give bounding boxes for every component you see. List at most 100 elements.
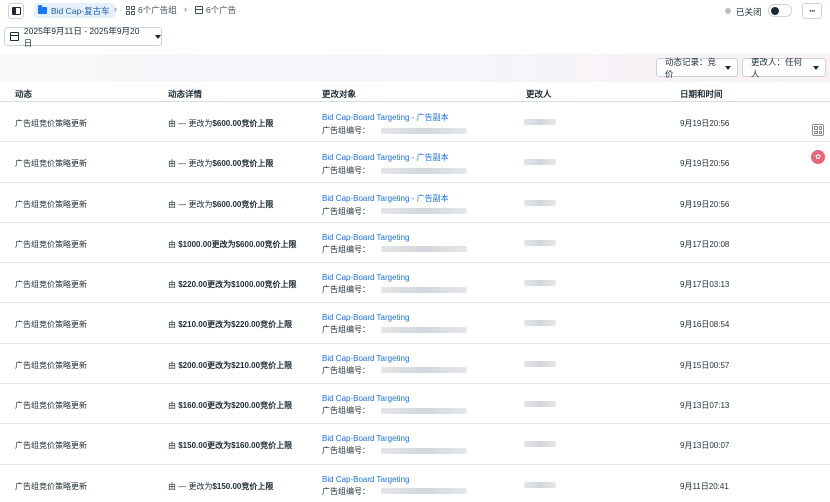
detail-prefix: 由 — 更改为 (168, 159, 213, 169)
detail-prefix: 由 (168, 360, 179, 370)
detail-cell: 由 $1000.00更改为$600.00竞价上限 (168, 239, 297, 250)
detail-prefix: 由 — 更改为 (168, 119, 213, 128)
object-link[interactable]: Bid Cap-Board Targeting (322, 434, 467, 443)
detail-value: $160.00更改为$200.00竞价上限 (178, 401, 293, 411)
detail-prefix: 由 (168, 280, 179, 290)
object-link[interactable]: Bid Cap-Board Targeting - 广告副本 (322, 152, 467, 163)
detail-value: $150.00更改为$160.00竞价上限 (178, 441, 293, 451)
assistant-badge-icon[interactable]: ✿ (811, 150, 825, 164)
chevron-right-icon: › (114, 4, 117, 14)
breadcrumb-campaign-label: Bid Cap-复古车 (51, 5, 110, 16)
object-link[interactable]: Bid Cap-Board Targeting - 广告副本 (322, 193, 467, 204)
object-cell: Bid Cap-Board Targeting 广告组编号： (322, 273, 467, 295)
table-row: 广告组竞价策略更新 由 $160.00更改为$200.00竞价上限 Bid Cap-… (0, 384, 830, 425)
object-id-label: 广告组编号： (322, 446, 370, 456)
activity-cell: 广告组竞价策略更新 (15, 441, 87, 451)
date-range-picker[interactable]: 2025年9月11日 - 2025年9月20日 (4, 26, 162, 48)
column-header-activity[interactable]: 动态 (15, 88, 32, 100)
date-cell: 9月13日07:13 (680, 401, 730, 411)
redacted-id (381, 407, 467, 414)
detail-cell: 由 — 更改为$600.00竞价上限 (168, 158, 273, 169)
detail-cell: 由 $150.00更改为$160.00竞价上限 (168, 440, 292, 451)
detail-value: $200.00更改为$210.00竞价上限 (178, 360, 293, 370)
redacted-id (381, 246, 467, 253)
table-row: 广告组竞价策略更新 由 — 更改为$600.00竞价上限 Bid Cap-Board… (0, 102, 830, 143)
breadcrumb-ads[interactable]: 6个广告 (195, 4, 236, 16)
object-id-label: 广告组编号： (322, 244, 370, 254)
activity-cell: 广告组竞价策略更新 (15, 199, 87, 209)
column-header-editor[interactable]: 更改人 (526, 88, 552, 100)
table-row: 广告组竞价策略更新 由 — 更改为$600.00竞价上限 Bid Cap-Board… (0, 183, 830, 223)
campaign-toggle[interactable] (768, 4, 792, 17)
detail-prefix: 由 (168, 441, 179, 451)
object-id-line: 广告组编号： (322, 284, 467, 295)
detail-value: $600.00竞价上限 (212, 159, 274, 169)
date-cell: 9月17日20:08 (680, 239, 730, 249)
editor-cell (524, 481, 556, 490)
redacted-id (381, 208, 467, 215)
redacted-id (381, 127, 467, 134)
caret-down-icon (155, 34, 161, 39)
redacted-editor (524, 481, 556, 488)
more-icon: ··· (809, 6, 816, 16)
folder-icon (38, 5, 47, 14)
editor-cell (524, 400, 556, 409)
table-row: 广告组竞价策略更新 由 $150.00更改为$160.00竞价上限 Bid Cap-… (0, 424, 830, 465)
column-header-detail[interactable]: 动态详情 (168, 88, 202, 100)
table-header: 动态 动态详情 更改对象 更改人 日期和时间 (0, 82, 830, 102)
activity-filter-dropdown[interactable]: 动态记录：竞价 (656, 57, 738, 79)
redacted-id (381, 367, 467, 374)
table-row: 广告组竞价策略更新 由 $210.00更改为$220.00竞价上限 Bid Cap-… (0, 303, 830, 344)
chevron-right-icon: › (184, 4, 187, 14)
editor-cell (524, 118, 556, 127)
column-header-object[interactable]: 更改对象 (322, 88, 356, 100)
object-link[interactable]: Bid Cap-Board Targeting (322, 475, 467, 484)
more-options-button[interactable]: ··· (802, 3, 822, 19)
qr-code-icon[interactable] (812, 124, 824, 136)
detail-cell: 由 $220.00更改为$1000.00竞价上限 (168, 279, 297, 290)
activity-cell: 广告组竞价策略更新 (15, 239, 87, 249)
redacted-editor (524, 441, 556, 448)
object-cell: Bid Cap-Board Targeting 广告组编号： (322, 313, 467, 335)
toggle-knob (771, 7, 779, 15)
object-link[interactable]: Bid Cap-Board Targeting (322, 313, 467, 322)
object-link[interactable]: Bid Cap-Board Targeting (322, 233, 467, 242)
object-cell: Bid Cap-Board Targeting - 广告副本 广告组编号： (322, 152, 467, 176)
breadcrumb-adsets[interactable]: 6个广告组 (126, 4, 177, 16)
detail-cell: 由 $160.00更改为$200.00竞价上限 (168, 400, 292, 411)
redacted-editor (524, 119, 556, 125)
editor-filter-dropdown[interactable]: 更改人：任何人 (742, 56, 826, 79)
object-id-label: 广告组编号： (322, 365, 370, 375)
object-link[interactable]: Bid Cap-Board Targeting - 广告副本 (322, 112, 467, 123)
object-link[interactable]: Bid Cap-Board Targeting (322, 273, 467, 282)
object-id-label: 广告组编号： (322, 325, 370, 335)
date-cell: 9月19日20:56 (680, 119, 730, 128)
editor-filter-label: 更改人：任何人 (751, 56, 803, 79)
sidebar-toggle-button[interactable] (8, 3, 24, 19)
redacted-id (381, 447, 467, 454)
editor-cell (524, 279, 556, 288)
object-link[interactable]: Bid Cap-Board Targeting (322, 394, 467, 403)
object-id-line: 广告组编号： (322, 165, 467, 176)
redacted-editor (524, 280, 556, 287)
detail-cell: 由 $200.00更改为$210.00竞价上限 (168, 360, 292, 371)
redacted-id (381, 167, 467, 174)
activity-cell: 广告组竞价策略更新 (15, 481, 87, 491)
breadcrumb-campaign[interactable]: Bid Cap-复古车 (34, 3, 115, 18)
object-link[interactable]: Bid Cap-Board Targeting (322, 354, 467, 363)
detail-prefix: 由 (168, 401, 179, 411)
redacted-editor (524, 360, 556, 367)
column-header-date[interactable]: 日期和时间 (680, 88, 723, 100)
activity-cell: 广告组竞价策略更新 (15, 119, 87, 128)
redacted-id (381, 326, 467, 333)
detail-prefix: 由 — 更改为 (168, 199, 213, 209)
object-id-line: 广告组编号： (322, 445, 467, 456)
redacted-editor (524, 159, 556, 166)
redacted-editor (524, 199, 556, 206)
table-row: 广告组竞价策略更新 由 $1000.00更改为$600.00竞价上限 Bid Cap… (0, 223, 830, 264)
object-id-line: 广告组编号： (322, 405, 467, 416)
ad-square-icon (195, 6, 203, 14)
detail-value: $210.00更改为$220.00竞价上限 (178, 320, 293, 330)
object-id-label: 广告组编号： (322, 166, 370, 176)
object-id-label: 广告组编号： (322, 406, 370, 416)
